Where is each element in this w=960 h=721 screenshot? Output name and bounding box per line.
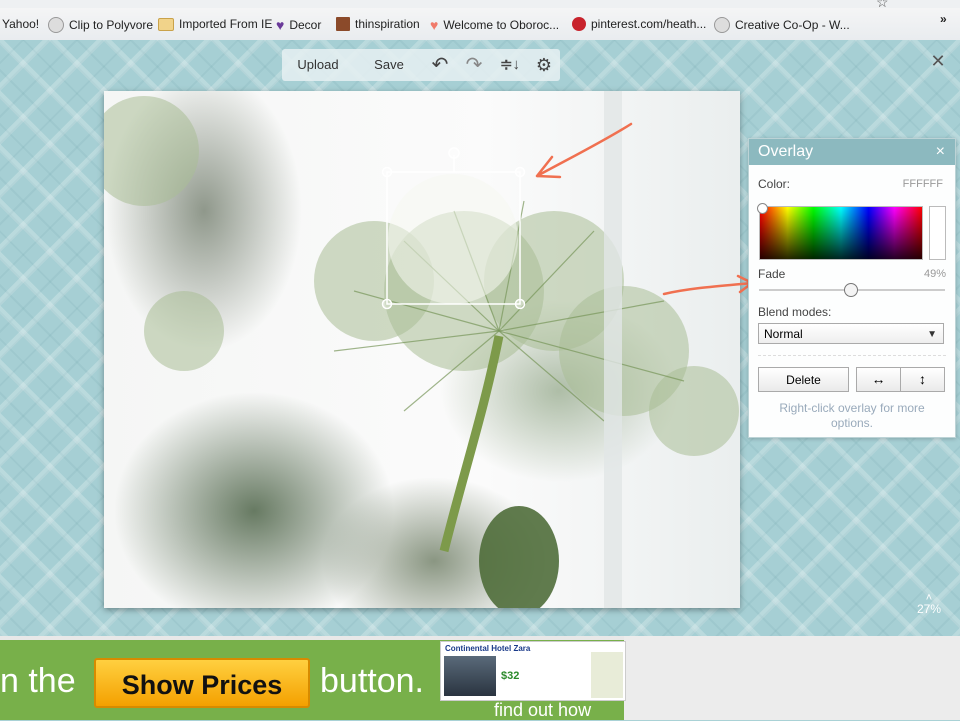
zoom-indicator[interactable]: ˄ 27% (914, 592, 944, 617)
rotate-handle[interactable] (448, 147, 460, 159)
ad-hotel-thumbnail: Continental Hotel Zara $32 (440, 641, 626, 701)
bookmarks-overflow-button[interactable]: » (940, 12, 947, 26)
overlay-panel-header: Overlay × (749, 139, 955, 165)
annotation-arrow (662, 274, 754, 296)
selected-color-swatch (929, 206, 946, 260)
bookmark-oboroc[interactable]: ♥ Welcome to Oboroc... (430, 17, 559, 33)
folder-icon (158, 17, 174, 31)
hotel-price: $32 (501, 670, 520, 682)
bookmark-pinterest[interactable]: pinterest.com/heath... (572, 17, 706, 31)
zoom-value: 27% (916, 602, 942, 616)
fade-slider-thumb[interactable] (844, 283, 859, 297)
bookmarks-bar: Yahoo! Clip to Polyvore Imported From IE… (0, 0, 960, 41)
blend-modes-label: Blend modes: (758, 305, 832, 319)
undo-icon[interactable]: ↶ (428, 49, 452, 81)
panel-title: Overlay (758, 143, 814, 160)
flower-photo (104, 91, 739, 608)
overlay-hint: Right-click overlay for more options. (779, 401, 925, 430)
flip-horizontal-icon[interactable]: ↔ (856, 367, 901, 392)
heart-icon: ♥ (276, 17, 285, 33)
ad-find-out-how[interactable]: find out how (494, 700, 591, 721)
bookmark-label: Imported From IE (179, 17, 273, 31)
pinterest-icon (572, 17, 586, 31)
photo-canvas[interactable] (104, 91, 740, 608)
bookmark-thinspiration[interactable]: thinspiration (336, 17, 420, 31)
map-thumbnail (591, 652, 623, 698)
flip-vertical-icon[interactable]: ↕ (900, 367, 945, 392)
resize-handle[interactable] (381, 298, 393, 310)
editor-toolbar: Upload Save ↶ ↷ ≑↓ ⚙ (282, 49, 560, 81)
fade-label: Fade (758, 267, 786, 281)
show-prices-button[interactable]: Show Prices (94, 658, 310, 708)
color-spectrum-picker[interactable] (757, 203, 923, 260)
overlay-panel: Overlay × Color: FFFFFF Fade 49% Blend m… (748, 138, 956, 438)
save-button[interactable]: Save (366, 49, 412, 81)
upload-button[interactable]: Upload (290, 49, 346, 81)
bookmark-imported-folder[interactable]: Imported From IE (158, 17, 272, 31)
ad-blank-area (624, 636, 960, 720)
color-label: Color: (758, 177, 791, 191)
settings-gear-icon[interactable]: ⚙ (532, 49, 556, 81)
image-icon (336, 17, 350, 31)
chevron-down-icon: ▼ (927, 329, 937, 340)
blend-mode-value: Normal (764, 327, 803, 341)
hotel-photo (444, 656, 496, 696)
bookmark-label: Yahoo! (2, 17, 40, 31)
ad-text-left: n the (0, 662, 76, 700)
divider (758, 355, 946, 356)
heart-icon: ♥ (430, 17, 439, 33)
globe-icon (48, 17, 64, 33)
bookmark-label: Clip to Polyvore (69, 18, 154, 32)
resize-handle[interactable] (381, 166, 393, 178)
resize-handle[interactable] (514, 166, 526, 178)
bookmark-creative-coop[interactable]: Creative Co-Op - W... (714, 17, 850, 33)
bookmark-polyvore[interactable]: Clip to Polyvore (48, 17, 153, 33)
zoom-caret-icon: ˄ (925, 592, 933, 604)
bookmark-decor[interactable]: ♥ Decor (276, 17, 321, 33)
layers-icon[interactable]: ≑↓ (496, 49, 524, 81)
fade-value: 49% (923, 268, 946, 280)
color-hex-value[interactable]: FFFFFF (903, 178, 943, 190)
bookmark-label: Welcome to Oboroc... (443, 18, 560, 32)
color-picker-handle[interactable] (757, 203, 768, 214)
redo-icon[interactable]: ↷ (462, 49, 486, 81)
bookmark-label: thinspiration (355, 17, 420, 31)
ad-text-right: button. (320, 662, 424, 700)
bookmark-label: Decor (289, 18, 322, 32)
blend-mode-select[interactable]: Normal ▼ (758, 323, 944, 344)
resize-handle[interactable] (514, 298, 526, 310)
bookmark-yahoo[interactable]: Yahoo! (2, 17, 39, 31)
star-icon[interactable]: ☆ (876, 0, 889, 11)
close-editor-icon[interactable]: ✕ (928, 52, 948, 72)
delete-overlay-button[interactable]: Delete (758, 367, 849, 392)
bookmark-label: pinterest.com/heath... (591, 17, 707, 31)
tab-strip-edge (0, 0, 960, 8)
close-panel-icon[interactable]: × (936, 139, 945, 165)
globe-icon (714, 17, 730, 33)
bookmark-label: Creative Co-Op - W... (735, 18, 850, 32)
